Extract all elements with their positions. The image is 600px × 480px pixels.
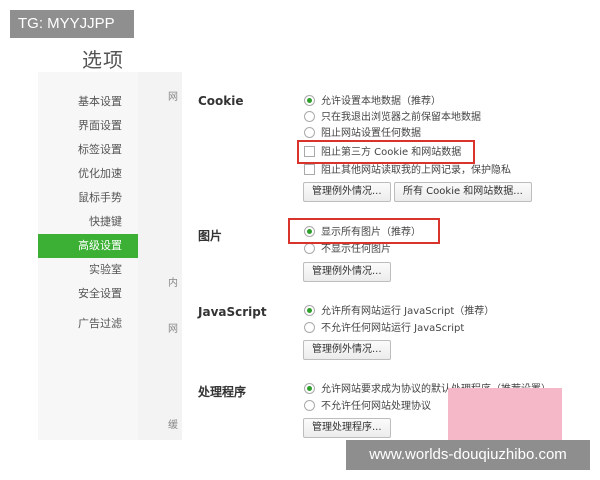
sidebar-item-security[interactable]: 安全设置: [38, 282, 138, 306]
cookie-session-label: 只在我退出浏览器之前保留本地数据: [321, 112, 481, 123]
handlers-block-radio[interactable]: 不允许任何网站处理协议: [304, 399, 431, 415]
radio-selected-icon: [304, 94, 315, 106]
highlight-box-images: [288, 218, 440, 244]
peek-text-3: 网: [168, 324, 178, 335]
watermark-label: www.worlds-douqiuzhibo.com: [346, 440, 590, 470]
sidebar: 基本设置 界面设置 标签设置 优化加速 鼠标手势 快捷键 高级设置 实验室 安全…: [38, 72, 138, 440]
radio-selected-icon: [304, 304, 315, 316]
js-allow-radio[interactable]: 允许所有网站运行 JavaScript（推荐）: [304, 304, 494, 320]
cookie-label: Cookie: [198, 94, 244, 108]
cookie-block-label: 阻止网站设置任何数据: [321, 128, 421, 139]
highlight-box-cookie: [297, 140, 475, 164]
cookie-session-radio[interactable]: 只在我退出浏览器之前保留本地数据: [304, 110, 481, 126]
sidebar-item-tabs[interactable]: 标签设置: [38, 138, 138, 162]
peek-text-2: 内: [168, 278, 178, 289]
sidebar-item-advanced[interactable]: 高级设置: [38, 234, 138, 258]
cookie-allow-radio[interactable]: 允许设置本地数据（推荐）: [304, 94, 441, 110]
peek-column: 网 内 网 缓: [138, 72, 183, 440]
radio-selected-icon: [304, 382, 315, 394]
options-window: 基本设置 界面设置 标签设置 优化加速 鼠标手势 快捷键 高级设置 实验室 安全…: [38, 72, 562, 440]
sidebar-item-shortcuts[interactable]: 快捷键: [38, 210, 138, 234]
images-exceptions-button[interactable]: 管理例外情况...: [303, 262, 391, 282]
sidebar-item-gestures[interactable]: 鼠标手势: [38, 186, 138, 210]
images-hide-label: 不显示任何图片: [321, 244, 391, 255]
images-label: 图片: [198, 229, 223, 243]
peek-text-1: 网: [168, 92, 178, 103]
handlers-block-label: 不允许任何网站处理协议: [321, 401, 431, 412]
checkbox-icon: [304, 163, 315, 175]
js-block-radio[interactable]: 不允许任何网站运行 JavaScript: [304, 321, 464, 337]
javascript-label: JavaScript: [198, 305, 267, 319]
radio-icon: [304, 242, 315, 254]
sidebar-item-interface[interactable]: 界面设置: [38, 114, 138, 138]
block-history-label: 阻止其他网站读取我的上网记录，保护隐私: [321, 165, 511, 176]
peek-text-4: 缓: [168, 420, 178, 431]
radio-icon: [304, 126, 315, 138]
js-allow-label: 允许所有网站运行 JavaScript（推荐）: [321, 306, 495, 317]
radio-icon: [304, 399, 315, 411]
tg-label: TG: MYYJJPP: [10, 10, 134, 38]
manage-handlers-button[interactable]: 管理处理程序...: [303, 418, 391, 438]
settings-content: Cookie 允许设置本地数据（推荐） 只在我退出浏览器之前保留本地数据 阻止网…: [182, 72, 562, 440]
js-exceptions-button[interactable]: 管理例外情况...: [303, 340, 391, 360]
radio-icon: [304, 321, 315, 333]
images-hide-radio[interactable]: 不显示任何图片: [304, 242, 391, 258]
all-cookies-button[interactable]: 所有 Cookie 和网站数据...: [394, 182, 532, 202]
sidebar-item-lab[interactable]: 实验室: [38, 258, 138, 282]
cookie-exceptions-button[interactable]: 管理例外情况...: [303, 182, 391, 202]
cookie-allow-label: 允许设置本地数据（推荐）: [321, 96, 441, 107]
sidebar-item-adblock[interactable]: 广告过滤: [38, 312, 138, 336]
sidebar-item-speed[interactable]: 优化加速: [38, 162, 138, 186]
handlers-label: 处理程序: [198, 385, 247, 399]
page-title: 选项: [82, 48, 124, 72]
block-history-checkbox[interactable]: 阻止其他网站读取我的上网记录，保护隐私: [304, 163, 511, 179]
pink-overlay-block: [448, 388, 562, 440]
radio-icon: [304, 110, 315, 122]
js-block-label: 不允许任何网站运行 JavaScript: [321, 323, 465, 334]
sidebar-item-basic[interactable]: 基本设置: [38, 90, 138, 114]
